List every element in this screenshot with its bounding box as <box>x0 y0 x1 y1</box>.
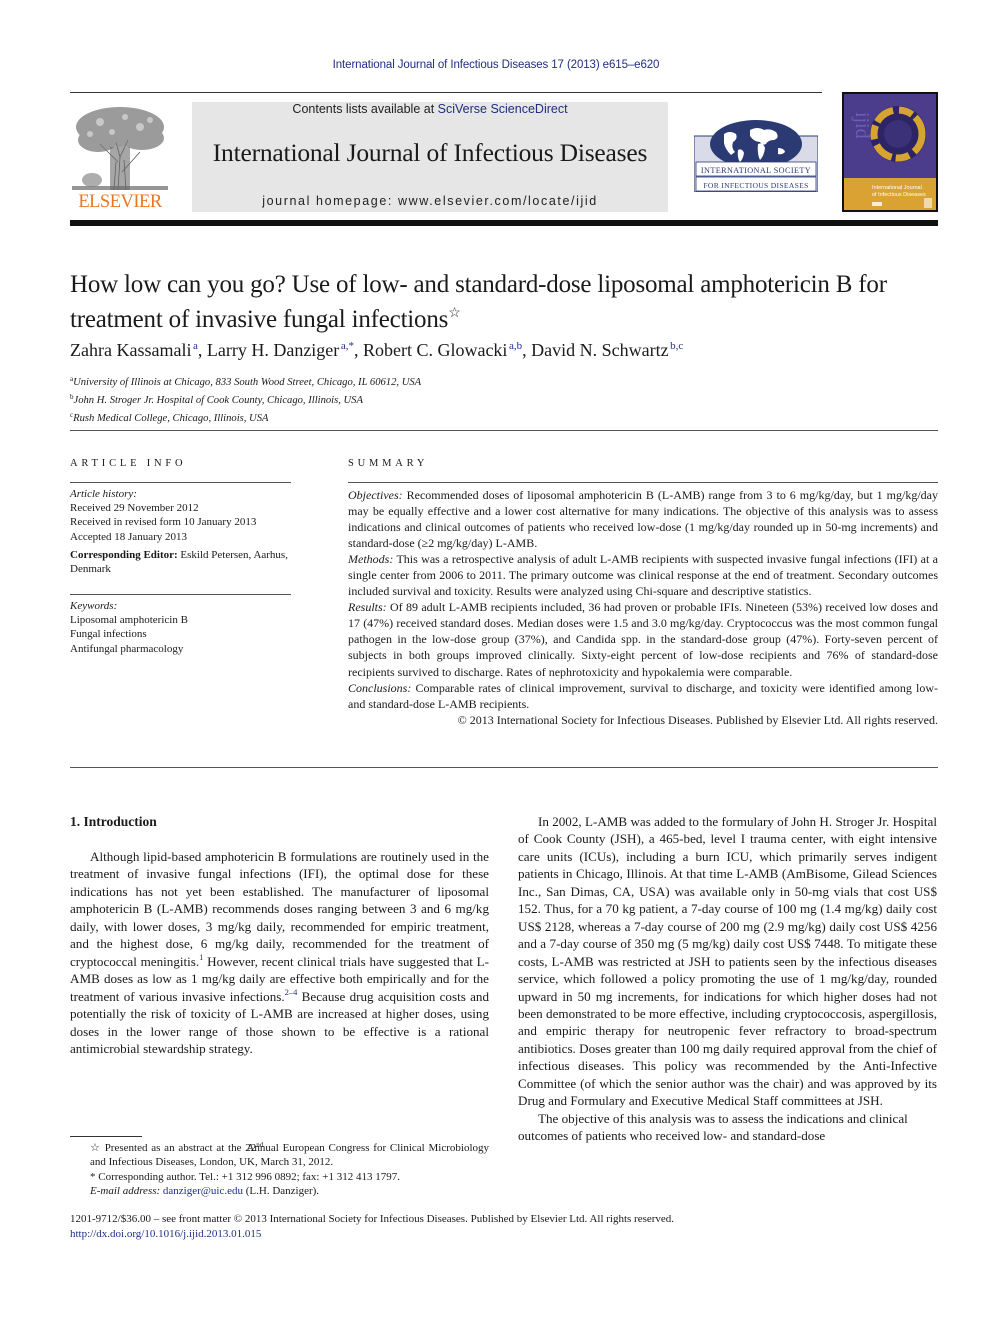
history-item: Received in revised form 10 January 2013 <box>70 516 257 529</box>
keywords-rule <box>70 594 291 595</box>
masthead-bottom-rule <box>70 220 938 226</box>
history-item: Accepted 18 January 2013 <box>70 530 187 543</box>
email-label: E-mail address: <box>90 1185 163 1198</box>
author-name: David N. Schwartz <box>531 340 669 360</box>
history-label: Article history: <box>70 488 137 500</box>
summary-objectives: Objectives: Recommended doses of liposom… <box>348 487 938 551</box>
summary-label: Objectives: <box>348 488 403 502</box>
journal-cover-thumbnail[interactable]: ijid International Journal of Infectious… <box>842 92 938 212</box>
footnote-email: E-mail address: danziger@uic.edu (L.H. D… <box>70 1184 489 1198</box>
summary-text: Of 89 adult L-AMB recipients included, 3… <box>348 600 938 679</box>
affiliation-text: Rush Medical College, Chicago, Illinois,… <box>73 413 269 424</box>
summary-end-rule <box>70 767 938 768</box>
author-separator: , <box>197 340 207 360</box>
footnote-corresponding: * Corresponding author. Tel.: +1 312 996… <box>90 1170 400 1183</box>
cover-title-line2: of Infectious Diseases <box>872 192 926 198</box>
affiliation-text: John H. Stroger Jr. Hospital of Cook Cou… <box>73 395 363 406</box>
contents-prefix: Contents lists available at <box>292 102 438 116</box>
summary-copyright: © 2013 International Society for Infecti… <box>457 712 938 727</box>
paragraph-text: Although lipid-based amphotericin B form… <box>70 849 489 969</box>
contents-line: Contents lists available at SciVerse Sci… <box>192 102 668 116</box>
author-separator: , <box>353 340 363 360</box>
isid-line1: International Society <box>701 166 811 175</box>
footnote-rule <box>70 1136 142 1137</box>
elsevier-tree-icon <box>72 107 168 191</box>
keywords: Keywords: Liposomal amphotericin B Funga… <box>70 599 300 656</box>
summary-text: Recommended doses of liposomal amphoteri… <box>348 488 938 551</box>
journal-masthead-box: Contents lists available at SciVerse Sci… <box>192 102 668 212</box>
issn-line: 1201-9712/$36.00 – see front matter © 20… <box>70 1213 675 1225</box>
affiliation-item: aUniversity of Illinois at Chicago, 833 … <box>70 372 670 390</box>
isid-line2: for Infectious Diseases <box>703 181 808 190</box>
summary-methods: Methods: This was a retrospective analys… <box>348 551 938 599</box>
corresponding-editor: Corresponding Editor: Eskild Petersen, A… <box>70 548 300 576</box>
summary-heading: SUMMARY <box>348 458 429 469</box>
affiliation-item: bJohn H. Stroger Jr. Hospital of Cook Co… <box>70 390 670 408</box>
summary-label: Results: <box>348 600 387 615</box>
summary-text: Comparable rates of clinical improvement… <box>348 680 938 711</box>
footnote-presented: ☆ Presented as an abstract at the 22nd A… <box>70 1138 489 1170</box>
summary-label: Conclusions: <box>348 680 412 695</box>
sciencedirect-link[interactable]: SciVerse ScienceDirect <box>438 102 568 116</box>
summary-label: Methods: <box>348 552 394 567</box>
keyword-item: Fungal infections <box>70 628 147 641</box>
cover-title-line1: International Journal <box>872 185 922 191</box>
summary-rule <box>348 482 938 483</box>
author-separator: , <box>522 340 532 360</box>
elsevier-logo[interactable]: ELSEVIER <box>70 102 170 214</box>
intro-paragraph: Although lipid-based amphotericin B form… <box>70 848 489 1057</box>
summary-conclusions: Conclusions: Comparable rates of clinica… <box>348 680 938 712</box>
cover-letters: ijid <box>851 112 873 139</box>
author-affil-mark[interactable]: a,b <box>509 340 522 352</box>
keyword-item: Liposomal amphotericin B <box>70 614 188 627</box>
author-list: Zahra Kassamali a, Larry H. Danziger a,*… <box>70 340 950 361</box>
footnote-mark: ☆ <box>90 1142 101 1154</box>
editor-label: Corresponding Editor: <box>70 548 178 561</box>
affiliation-item: cRush Medical College, Chicago, Illinois… <box>70 408 670 426</box>
footnotes: ☆ Presented as an abstract at the 22nd A… <box>70 1138 489 1199</box>
body-left-column: Although lipid-based amphotericin B form… <box>70 848 489 1057</box>
elsevier-wordmark: ELSEVIER <box>78 191 162 213</box>
body-right-column: In 2002, L-AMB was added to the formular… <box>518 813 937 1145</box>
email-suffix: (L.H. Danziger). <box>243 1185 320 1198</box>
footnote-text: Presented as an abstract at the 22 <box>100 1142 257 1154</box>
body-paragraph: The objective of this analysis was to as… <box>518 1110 908 1144</box>
globe-icon: International Society for Infectious Dis… <box>694 120 818 192</box>
body-paragraph: In 2002, L-AMB was added to the formular… <box>518 814 937 1109</box>
article-title-text: How low can you go? Use of low- and stan… <box>70 271 887 333</box>
journal-homepage-link[interactable]: journal homepage: www.elsevier.com/locat… <box>192 194 668 208</box>
keywords-label: Keywords: <box>70 600 118 612</box>
title-footnote-mark[interactable]: ☆ <box>448 306 461 321</box>
author-name: Larry H. Danziger <box>206 340 340 360</box>
summary-abstract: Objectives: Recommended doses of liposom… <box>348 487 938 728</box>
doi-link[interactable]: http://dx.doi.org/10.1016/j.ijid.2013.01… <box>70 1227 930 1242</box>
author-name: Robert C. Glowacki <box>362 340 508 360</box>
journal-title: International Journal of Infectious Dise… <box>212 138 648 167</box>
affiliations: aUniversity of Illinois at Chicago, 833 … <box>70 372 670 426</box>
isid-logo[interactable]: International Society for Infectious Dis… <box>694 120 818 192</box>
history-item: Received 29 November 2012 <box>70 502 199 515</box>
email-link[interactable]: danziger@uic.edu <box>163 1185 243 1197</box>
masthead-top-rule <box>70 92 822 93</box>
article-title: How low can you go? Use of low- and stan… <box>70 270 950 334</box>
article-info-rule <box>70 482 291 483</box>
title-divider <box>70 430 938 431</box>
article-history: Article history: Received 29 November 20… <box>70 487 300 576</box>
article-info-heading: ARTICLE INFO <box>70 458 187 469</box>
running-header[interactable]: International Journal of Infectious Dise… <box>0 59 992 71</box>
affiliation-text: University of Illinois at Chicago, 833 S… <box>73 377 422 388</box>
summary-text: This was a retrospective analysis of adu… <box>348 552 938 599</box>
author-name: Zahra Kassamali <box>70 340 192 360</box>
author-affil-mark[interactable]: a,* <box>341 340 354 352</box>
cover-image-icon: ijid International Journal of Infectious… <box>842 92 938 212</box>
section-heading-introduction: 1. Introduction <box>70 814 157 829</box>
citation-link[interactable]: 2–4 <box>285 987 298 997</box>
author-affil-mark[interactable]: b,c <box>670 340 683 352</box>
bottom-matter: 1201-9712/$36.00 – see front matter © 20… <box>70 1212 930 1242</box>
summary-results: Results: Of 89 adult L-AMB recipients in… <box>348 599 938 679</box>
keyword-item: Antifungal pharmacology <box>70 642 184 655</box>
